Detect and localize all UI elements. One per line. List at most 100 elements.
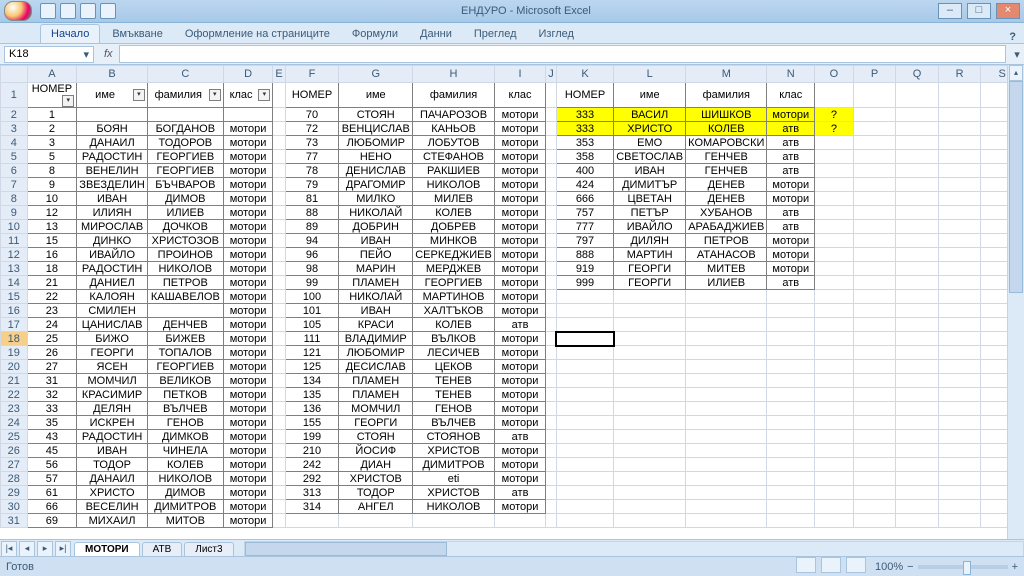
cell[interactable]: ГЕНОВ xyxy=(147,416,223,430)
cell[interactable] xyxy=(938,472,981,486)
cell[interactable]: 72 xyxy=(285,122,339,136)
cell[interactable]: ТОДОРОВ xyxy=(147,136,223,150)
cell[interactable]: 797 xyxy=(556,234,613,248)
col-header[interactable]: C xyxy=(147,66,223,83)
cell[interactable] xyxy=(815,514,854,528)
cell[interactable]: атв xyxy=(494,318,546,332)
cell[interactable]: СМИЛЕН xyxy=(77,304,148,318)
cell[interactable]: ПЕТКОВ xyxy=(147,388,223,402)
cell[interactable] xyxy=(686,430,767,444)
row-header[interactable]: 28 xyxy=(1,472,28,486)
row-header[interactable]: 16 xyxy=(1,304,28,318)
cell[interactable]: ДЕЛЯН xyxy=(77,402,148,416)
sheet-nav-next-icon[interactable]: ▸ xyxy=(37,541,53,557)
cell[interactable]: ИЛИЕВ xyxy=(147,206,223,220)
cell[interactable] xyxy=(896,416,939,430)
cell[interactable]: ПЛАМЕН xyxy=(339,374,413,388)
cell[interactable]: ГЕОРГИ xyxy=(77,346,148,360)
cell[interactable] xyxy=(273,500,285,514)
cell[interactable] xyxy=(815,276,854,290)
row-header[interactable]: 9 xyxy=(1,206,28,220)
cell[interactable] xyxy=(546,150,557,164)
cell[interactable]: СТОЯН xyxy=(339,108,413,122)
cell[interactable] xyxy=(546,248,557,262)
cell[interactable] xyxy=(546,192,557,206)
row-header[interactable]: 21 xyxy=(1,374,28,388)
cell[interactable]: 98 xyxy=(285,262,339,276)
cell[interactable]: 101 xyxy=(285,304,339,318)
cell[interactable]: ВЛАДИМИР xyxy=(339,332,413,346)
view-pagelayout-icon[interactable] xyxy=(821,557,841,573)
cell[interactable]: ЧИНЕЛА xyxy=(147,444,223,458)
cell[interactable]: мотори xyxy=(223,444,273,458)
cell[interactable] xyxy=(853,290,895,304)
cell[interactable]: име xyxy=(339,83,413,108)
cell[interactable] xyxy=(273,472,285,486)
cell[interactable]: клас▾ xyxy=(223,83,273,108)
cell[interactable]: ВЕСЕЛИН xyxy=(77,500,148,514)
cell[interactable] xyxy=(853,416,895,430)
cell[interactable]: ИВАН xyxy=(339,304,413,318)
row-header[interactable]: 17 xyxy=(1,318,28,332)
cell[interactable] xyxy=(938,122,981,136)
cell[interactable] xyxy=(614,374,686,388)
cell[interactable]: 13 xyxy=(27,220,77,234)
cell[interactable] xyxy=(273,192,285,206)
cell[interactable] xyxy=(938,83,981,108)
row-header[interactable]: 2 xyxy=(1,108,28,122)
cell[interactable]: ПЕТРОВ xyxy=(147,276,223,290)
cell[interactable] xyxy=(273,444,285,458)
cell[interactable]: мотори xyxy=(494,374,546,388)
cell[interactable] xyxy=(767,332,815,346)
cell[interactable]: 333 xyxy=(556,122,613,136)
qat-undo-icon[interactable] xyxy=(60,3,76,19)
cell[interactable] xyxy=(686,304,767,318)
cell[interactable]: ВЪЛЧЕВ xyxy=(413,416,495,430)
cell[interactable] xyxy=(815,458,854,472)
cell[interactable]: 22 xyxy=(27,290,77,304)
cell[interactable] xyxy=(896,234,939,248)
cell[interactable]: ТОПАЛОВ xyxy=(147,346,223,360)
cell[interactable]: ХРИСТО xyxy=(614,122,686,136)
cell[interactable]: НИКОЛОВ xyxy=(147,262,223,276)
col-header[interactable]: L xyxy=(614,66,686,83)
cell[interactable] xyxy=(938,402,981,416)
cell[interactable] xyxy=(815,192,854,206)
cell[interactable] xyxy=(853,122,895,136)
cell[interactable] xyxy=(767,486,815,500)
horizontal-scroll-thumb[interactable] xyxy=(245,542,447,556)
cell[interactable]: мотори xyxy=(767,262,815,276)
cell[interactable] xyxy=(546,206,557,220)
cell[interactable] xyxy=(815,388,854,402)
cell[interactable]: РАКШИЕВ xyxy=(413,164,495,178)
cell[interactable] xyxy=(273,416,285,430)
cell[interactable] xyxy=(938,318,981,332)
cell[interactable]: мотори xyxy=(223,360,273,374)
cell[interactable] xyxy=(686,388,767,402)
cell[interactable]: фамилия▾ xyxy=(147,83,223,108)
cell[interactable]: 56 xyxy=(27,458,77,472)
cell[interactable] xyxy=(546,83,557,108)
cell[interactable] xyxy=(815,332,854,346)
cell[interactable]: 88 xyxy=(285,206,339,220)
cell[interactable] xyxy=(815,83,854,108)
cell[interactable] xyxy=(556,374,613,388)
cell[interactable] xyxy=(938,374,981,388)
cell[interactable]: АНГЕЛ xyxy=(339,500,413,514)
row-header[interactable]: 3 xyxy=(1,122,28,136)
col-header[interactable]: M xyxy=(686,66,767,83)
cell[interactable] xyxy=(413,514,495,528)
cell[interactable] xyxy=(853,374,895,388)
cell[interactable]: 9 xyxy=(27,178,77,192)
cell[interactable]: 79 xyxy=(285,178,339,192)
cell[interactable]: ЛЮБОМИР xyxy=(339,346,413,360)
row-header[interactable]: 26 xyxy=(1,444,28,458)
cell[interactable]: КОЛЕВ xyxy=(686,122,767,136)
cell[interactable]: мотори xyxy=(767,192,815,206)
cell[interactable] xyxy=(938,500,981,514)
filter-icon[interactable]: ▾ xyxy=(258,89,270,101)
cell[interactable] xyxy=(896,346,939,360)
cell[interactable]: 111 xyxy=(285,332,339,346)
cell[interactable] xyxy=(546,444,557,458)
cell[interactable] xyxy=(546,234,557,248)
